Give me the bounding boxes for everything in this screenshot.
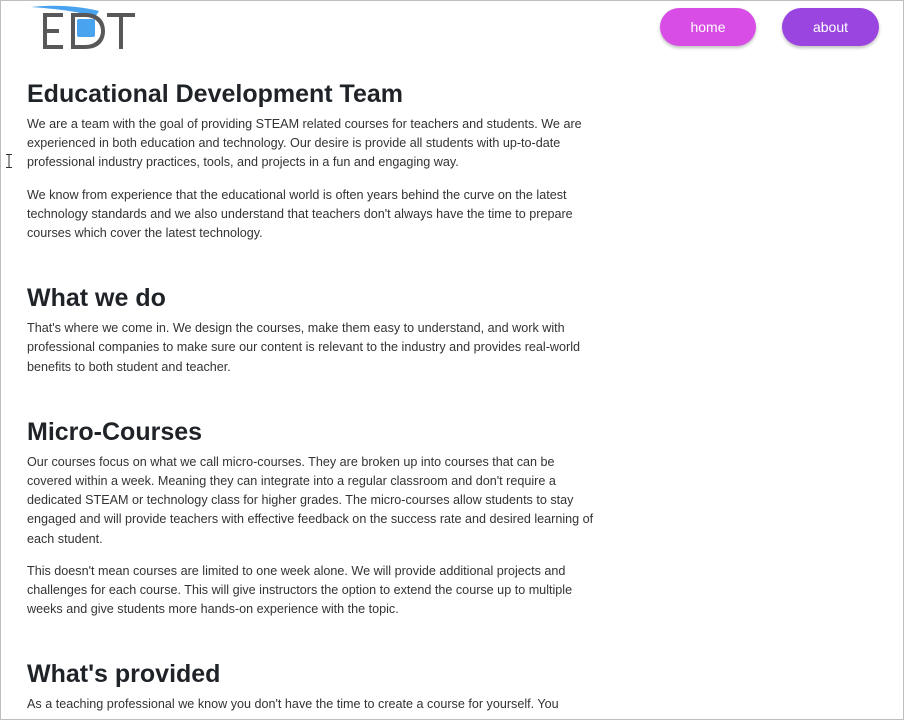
about-button[interactable]: about xyxy=(782,8,879,46)
paragraph-micro-courses-1: Our courses focus on what we call micro-… xyxy=(27,454,594,546)
paragraph-what-we-do: That's where we come in. We design the c… xyxy=(27,321,581,374)
paragraph-team-2: We know from experience that the educati… xyxy=(27,187,573,241)
logo-letter-e xyxy=(43,13,63,49)
section-title-team: Educational Development Team xyxy=(27,80,404,108)
main-content: Educational Development Team We are a te… xyxy=(27,79,597,715)
logo-letter-t xyxy=(107,13,135,49)
paragraph-micro-courses-2: This doesn't mean courses are limited to… xyxy=(27,563,573,617)
home-button[interactable]: home xyxy=(660,8,756,46)
text-cursor-icon xyxy=(6,154,12,168)
section-title-what-we-do: What we do xyxy=(27,284,166,313)
edt-logo[interactable] xyxy=(29,5,139,53)
paragraph-team-1: We are a team with the goal of providing… xyxy=(27,117,582,170)
paragraph-whats-provided: As a teaching professional we know you d… xyxy=(27,697,559,712)
section-title-whats-provided: What's provided xyxy=(27,660,221,689)
logo-square xyxy=(77,19,95,37)
browser-viewport: home about Educational Development Team … xyxy=(0,0,904,720)
section-title-micro-courses: Micro-Courses xyxy=(27,417,203,446)
